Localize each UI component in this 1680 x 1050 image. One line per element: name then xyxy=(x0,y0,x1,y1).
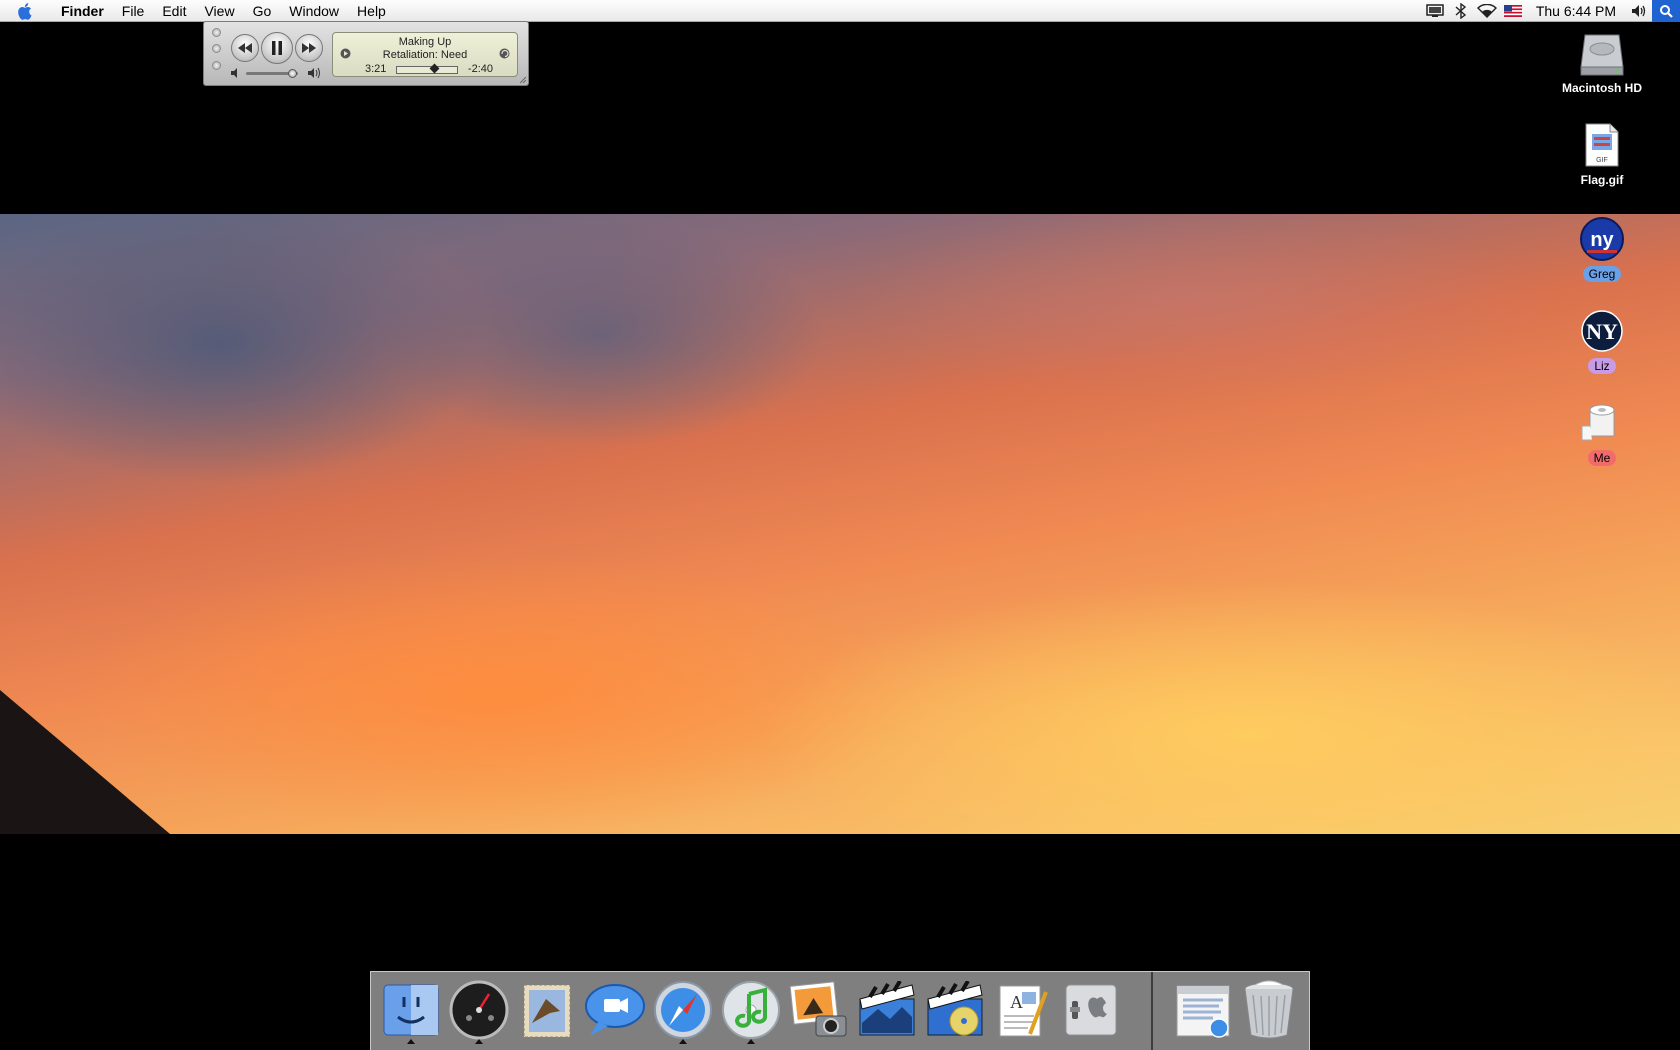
now-playing-display[interactable]: Making Up Retaliation: Need 3:21 -2:40 xyxy=(332,32,518,77)
desktop-icon-label: Macintosh HD xyxy=(1561,81,1642,95)
desktop-icon-label: Me xyxy=(1587,450,1617,466)
minimized-safari-window-icon xyxy=(1176,985,1230,1038)
dock-item-finder[interactable] xyxy=(379,978,443,1044)
menu-edit[interactable]: Edit xyxy=(153,0,195,22)
spotlight-search-icon[interactable] xyxy=(1652,0,1680,22)
apple-logo-icon[interactable] xyxy=(0,0,52,22)
iphoto-icon xyxy=(789,981,847,1037)
textedit-icon: A xyxy=(999,985,1048,1037)
desktop-icon-label: Liz xyxy=(1588,358,1616,374)
running-indicator xyxy=(679,1039,687,1044)
display-toggle-icon[interactable] xyxy=(340,48,351,59)
dock-item-iphoto[interactable] xyxy=(787,978,851,1042)
minimize-window-button[interactable] xyxy=(212,44,221,53)
pause-button[interactable] xyxy=(261,32,293,64)
dock-item-trash[interactable] xyxy=(1237,978,1301,1042)
safari-icon xyxy=(654,981,712,1039)
zoom-window-button[interactable] xyxy=(212,61,221,70)
dock-divider xyxy=(1151,972,1153,1050)
volume-slider-knob[interactable] xyxy=(287,69,297,78)
dashboard-icon xyxy=(449,980,509,1040)
desktop-icon-greg[interactable]: ny Greg xyxy=(1537,214,1667,283)
resize-grip-icon[interactable] xyxy=(519,76,527,84)
running-indicator xyxy=(475,1039,483,1044)
mail-icon xyxy=(523,984,571,1038)
menu-go[interactable]: Go xyxy=(244,0,281,22)
menu-clock[interactable]: Thu 6:44 PM xyxy=(1526,3,1626,19)
menu-bar: Finder File Edit View Go Window Help Thu… xyxy=(0,0,1680,22)
close-window-button[interactable] xyxy=(212,28,221,37)
finder-icon xyxy=(383,984,439,1036)
menu-app-finder[interactable]: Finder xyxy=(52,0,113,22)
running-indicator xyxy=(747,1039,755,1044)
song-artist: Retaliation: Need xyxy=(382,49,468,61)
svg-text:GIF: GIF xyxy=(1596,157,1608,164)
svg-text:A: A xyxy=(1010,992,1023,1012)
fast-forward-icon xyxy=(302,43,316,53)
desktop-icon-flag-gif[interactable]: GIF Flag.gif xyxy=(1537,120,1667,189)
volume-low-icon xyxy=(231,68,237,78)
trash-icon xyxy=(1244,980,1294,1039)
toilet-paper-icon xyxy=(1577,398,1627,448)
menu-window[interactable]: Window xyxy=(280,0,348,22)
dock-item-imovie[interactable] xyxy=(855,978,919,1042)
ny-yankees-logo-icon: NY xyxy=(1577,306,1627,356)
desktop-icon-label: Greg xyxy=(1582,266,1622,282)
imovie-icon xyxy=(859,981,915,1036)
dock-item-dashboard[interactable] xyxy=(447,978,511,1044)
dock-item-safari[interactable] xyxy=(651,978,715,1044)
dock-item-system-preferences[interactable] xyxy=(1059,978,1123,1042)
desktop-icon-label: Flag.gif xyxy=(1580,173,1624,187)
dock-item-idvd[interactable] xyxy=(923,978,987,1042)
ny-giants-logo-icon: ny xyxy=(1577,214,1627,264)
next-track-button[interactable] xyxy=(295,34,323,62)
running-indicator xyxy=(407,1039,415,1044)
snapback-icon[interactable] xyxy=(499,48,510,59)
playback-progress-bar[interactable] xyxy=(396,63,458,74)
elapsed-time: 3:21 xyxy=(365,63,387,75)
dock-item-textedit[interactable]: A xyxy=(991,978,1055,1042)
desktop-icon-me[interactable]: Me xyxy=(1537,398,1667,467)
us-flag-input-icon[interactable] xyxy=(1500,0,1526,22)
itunes-mini-player[interactable]: Making Up Retaliation: Need 3:21 -2:40 xyxy=(203,21,529,86)
volume-high-icon xyxy=(308,67,320,79)
volume-icon[interactable] xyxy=(1626,0,1652,22)
song-title: Making Up xyxy=(398,36,452,48)
menu-help[interactable]: Help xyxy=(348,0,395,22)
desktop-wallpaper xyxy=(0,214,1680,834)
idvd-icon xyxy=(927,981,983,1036)
dock-item-itunes[interactable] xyxy=(719,978,783,1044)
dock-item-mail[interactable] xyxy=(515,978,579,1042)
svg-text:NY: NY xyxy=(1586,319,1618,344)
ichat-icon xyxy=(585,984,645,1036)
itunes-icon xyxy=(722,981,780,1039)
gif-file-icon: GIF xyxy=(1577,120,1627,170)
dock: A xyxy=(370,971,1310,1050)
volume-slider[interactable] xyxy=(246,69,298,78)
previous-track-button[interactable] xyxy=(231,34,259,62)
bluetooth-icon[interactable] xyxy=(1448,0,1474,22)
desktop-icon-macintosh-hd[interactable]: Macintosh HD xyxy=(1537,28,1667,97)
menu-view[interactable]: View xyxy=(195,0,243,22)
system-preferences-icon xyxy=(1065,984,1117,1036)
pause-icon xyxy=(272,41,282,55)
dock-item-ichat[interactable] xyxy=(583,978,647,1042)
display-icon[interactable] xyxy=(1422,0,1448,22)
playback-position-marker[interactable] xyxy=(429,63,440,74)
remaining-time: -2:40 xyxy=(467,63,493,75)
svg-text:ny: ny xyxy=(1590,229,1614,251)
desktop: Finder File Edit View Go Window Help Thu… xyxy=(0,0,1680,1050)
menu-file[interactable]: File xyxy=(113,0,154,22)
desktop-icon-liz[interactable]: NY Liz xyxy=(1537,306,1667,375)
rewind-icon xyxy=(238,43,252,53)
dock-item-minimized-window[interactable] xyxy=(1171,978,1235,1042)
airport-wifi-icon[interactable] xyxy=(1474,0,1500,22)
hard-drive-icon xyxy=(1577,28,1627,78)
